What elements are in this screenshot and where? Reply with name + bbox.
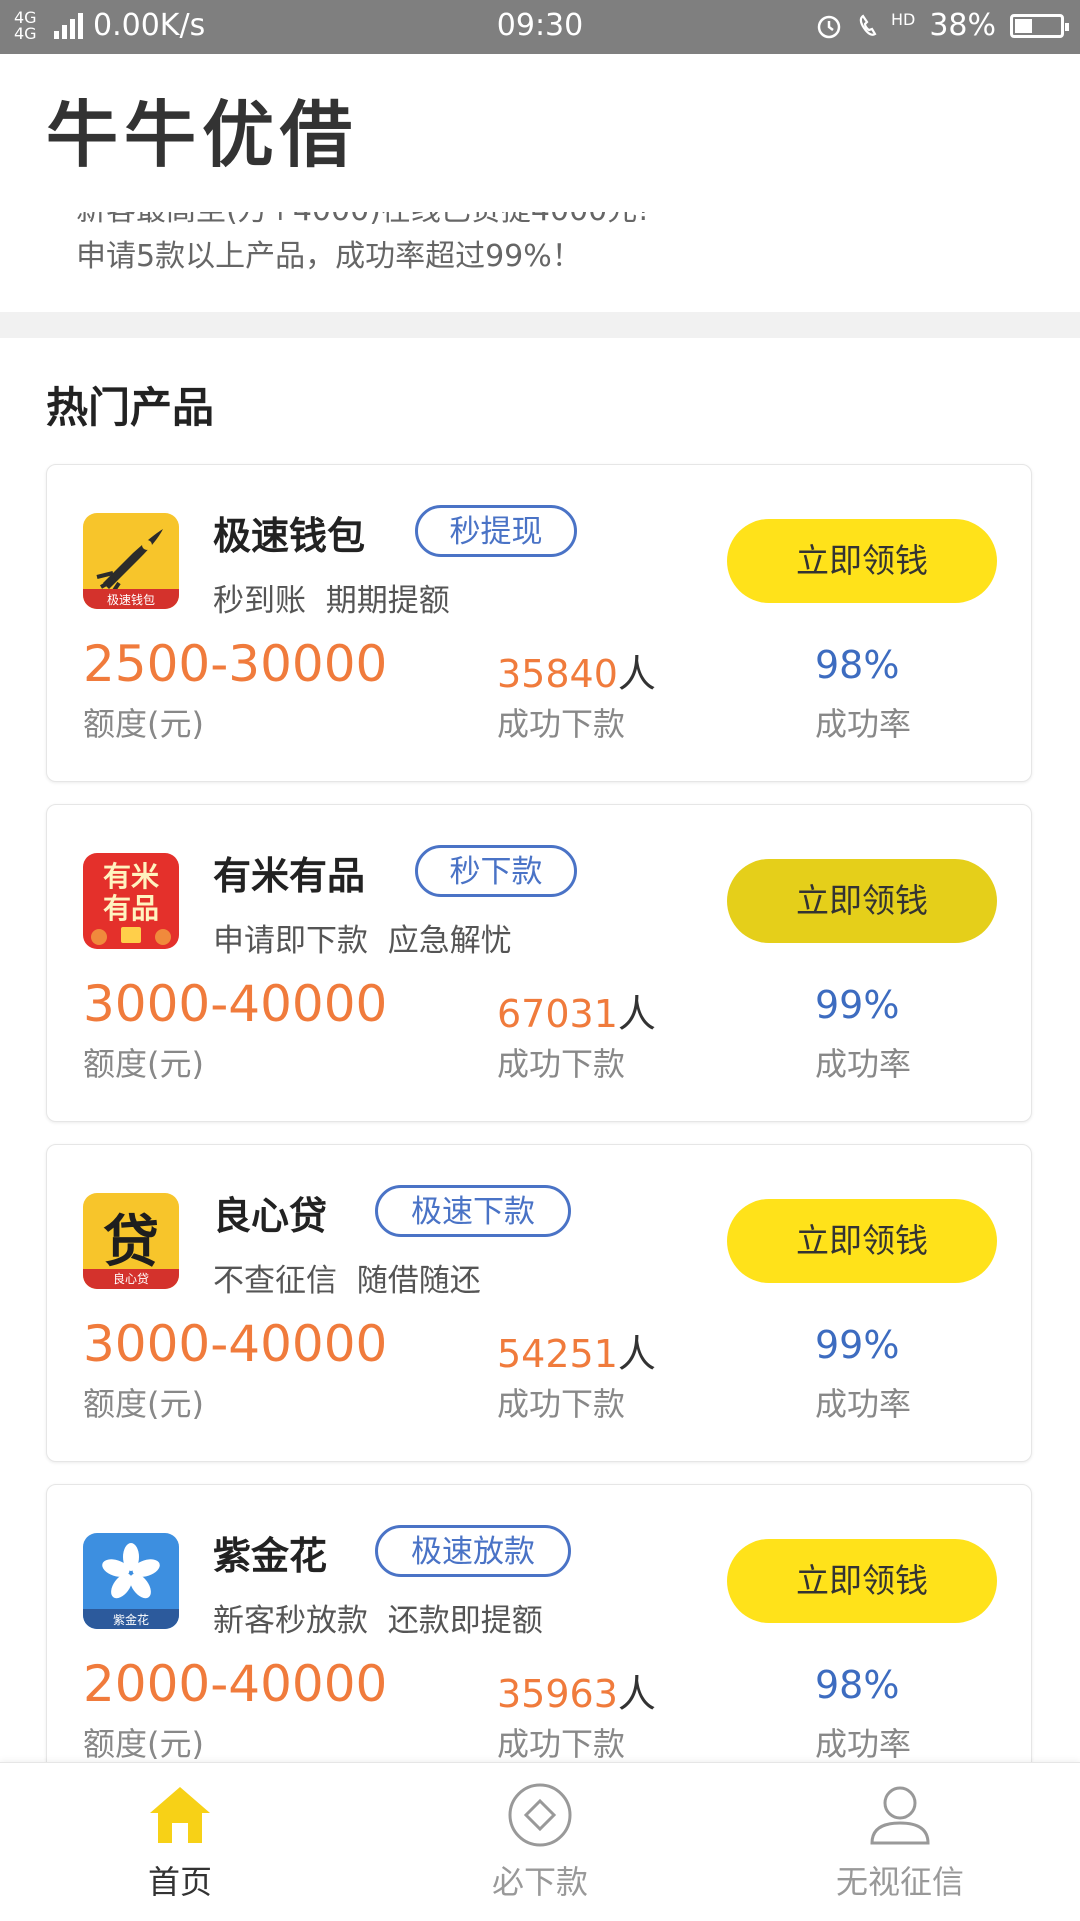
success-rate: 98% bbox=[815, 643, 900, 687]
product-card[interactable]: 极速钱包 极速钱包 秒提现 秒到账 期期提额 立即领钱 2500-30000 额… bbox=[46, 464, 1032, 782]
product-tag: 极速放款 bbox=[375, 1525, 571, 1577]
success-count-value: 35963 bbox=[497, 1672, 618, 1716]
notice-ticker: 新客最高至(万+4000)在线已贷提4000元! 申请5款以上产品，成功率超过9… bbox=[76, 212, 1036, 290]
get-money-button[interactable]: 立即领钱 bbox=[727, 519, 997, 603]
get-money-button[interactable]: 立即领钱 bbox=[727, 1199, 997, 1283]
battery-percent: 38% bbox=[929, 8, 996, 43]
success-rate: 98% bbox=[815, 1663, 900, 1707]
product-name: 极速钱包 bbox=[213, 514, 366, 558]
hd-label: HD bbox=[890, 10, 916, 29]
amount-label: 额度(元) bbox=[83, 1045, 204, 1083]
diamond-coin-icon bbox=[508, 1783, 572, 1847]
amount-range: 2000-40000 bbox=[83, 1655, 388, 1713]
amount-label: 额度(元) bbox=[83, 1385, 204, 1423]
product-logo: 有米有品 bbox=[83, 853, 179, 949]
logo-big-glyph: 贷 bbox=[103, 1210, 159, 1275]
success-count-unit: 人 bbox=[617, 652, 656, 696]
section-title: 热门产品 bbox=[46, 383, 215, 432]
user-icon bbox=[870, 1786, 930, 1845]
tab-label: 无视征信 bbox=[835, 1863, 964, 1901]
get-money-button[interactable]: 立即领钱 bbox=[727, 1539, 997, 1623]
logo-caption: 良心贷 bbox=[83, 1269, 179, 1289]
success-rate: 99% bbox=[815, 983, 900, 1027]
product-tag: 秒下款 bbox=[415, 845, 577, 897]
status-bar: 4G 4G 0.00K/s 09:30 HD 38% bbox=[0, 0, 1080, 54]
notice-line: 申请5款以上产品，成功率超过99%！ bbox=[76, 239, 582, 274]
amount-label: 额度(元) bbox=[83, 1725, 204, 1763]
success-count-label: 成功下款 bbox=[497, 1045, 626, 1083]
red-envelope-icon bbox=[91, 927, 171, 945]
bottom-tab-bar: 首页 必下款 无视征信 bbox=[0, 1762, 1080, 1921]
product-desc: 秒到账 期期提额 bbox=[213, 583, 450, 619]
amount-range: 3000-40000 bbox=[83, 975, 388, 1033]
success-count-unit: 人 bbox=[617, 992, 656, 1036]
amount-label: 额度(元) bbox=[83, 705, 204, 743]
success-count-label: 成功下款 bbox=[497, 705, 626, 743]
product-tag: 秒提现 bbox=[415, 505, 577, 557]
amount-range: 2500-30000 bbox=[83, 635, 388, 693]
success-count: 67031人 bbox=[497, 983, 656, 1038]
success-rate-label: 成功率 bbox=[815, 1045, 912, 1083]
success-count-value: 35840 bbox=[497, 652, 618, 696]
product-logo: 极速钱包 bbox=[83, 513, 179, 609]
call-hd-icon bbox=[859, 13, 877, 36]
tab-home[interactable]: 首页 bbox=[0, 1763, 360, 1921]
product-logo: 贷 良心贷 bbox=[83, 1193, 179, 1289]
success-rate-label: 成功率 bbox=[815, 1385, 912, 1423]
logo-caption: 紫金花 bbox=[112, 1613, 149, 1627]
battery-icon bbox=[1010, 13, 1069, 38]
success-rate: 99% bbox=[815, 1323, 900, 1367]
success-count: 35963人 bbox=[497, 1663, 656, 1718]
home-icon bbox=[150, 1787, 210, 1843]
success-count: 54251人 bbox=[497, 1323, 656, 1378]
tab-label: 首页 bbox=[147, 1863, 212, 1901]
product-desc: 不查征信 随借随还 bbox=[213, 1263, 481, 1299]
tab-must-loan[interactable]: 必下款 bbox=[360, 1763, 720, 1921]
success-count-unit: 人 bbox=[617, 1332, 656, 1376]
get-money-button[interactable]: 立即领钱 bbox=[727, 859, 997, 943]
product-card[interactable]: 贷 良心贷 良心贷 极速下款 不查征信 随借随还 立即领钱 3000-40000… bbox=[46, 1144, 1032, 1462]
product-name: 紫金花 bbox=[213, 1534, 328, 1578]
product-desc: 新客秒放款 还款即提额 bbox=[213, 1603, 543, 1639]
product-logo: 紫金花 bbox=[83, 1533, 179, 1629]
tab-no-credit-check[interactable]: 无视征信 bbox=[720, 1763, 1080, 1921]
success-rate-label: 成功率 bbox=[815, 1725, 912, 1763]
success-count-value: 54251 bbox=[497, 1332, 618, 1376]
success-rate-label: 成功率 bbox=[815, 705, 912, 743]
success-count-label: 成功下款 bbox=[497, 1385, 626, 1423]
product-name: 有米有品 bbox=[213, 854, 366, 898]
product-name: 良心贷 bbox=[213, 1194, 328, 1238]
amount-range: 3000-40000 bbox=[83, 1315, 388, 1373]
success-count: 35840人 bbox=[497, 643, 656, 698]
clock: 09:30 bbox=[496, 8, 584, 43]
product-desc: 申请即下款 应急解忧 bbox=[213, 923, 512, 959]
section-divider bbox=[0, 312, 1080, 338]
product-card[interactable]: 紫金花 紫金花 极速放款 新客秒放款 还款即提额 立即领钱 2000-40000… bbox=[46, 1484, 1032, 1802]
alarm-icon bbox=[817, 15, 841, 38]
logo-caption: 极速钱包 bbox=[106, 593, 155, 607]
success-count-label: 成功下款 bbox=[497, 1725, 626, 1763]
app-title: 牛牛优借 bbox=[46, 93, 359, 177]
tab-label: 必下款 bbox=[491, 1863, 588, 1901]
success-count-value: 67031 bbox=[497, 992, 618, 1036]
success-count-unit: 人 bbox=[617, 1672, 656, 1716]
notice-line: 新客最高至(万+4000)在线已贷提4000元! bbox=[76, 212, 1036, 234]
product-card[interactable]: 有米有品 有米有品 秒下款 申请即下款 应急解忧 立即领钱 3000-40000… bbox=[46, 804, 1032, 1122]
product-tag: 极速下款 bbox=[375, 1185, 571, 1237]
